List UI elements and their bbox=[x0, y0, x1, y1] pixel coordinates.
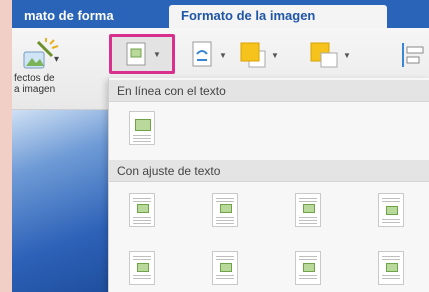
chevron-down-icon: ▼ bbox=[271, 50, 279, 60]
word-window: mato de forma Formato de la imagen ▾ fec… bbox=[12, 0, 429, 292]
chevron-down-icon: ▼ bbox=[153, 49, 161, 59]
wrap-option-in-front[interactable] bbox=[206, 246, 244, 290]
wrap-text-icon bbox=[126, 42, 146, 66]
effects-label-line2: a imagen bbox=[14, 84, 56, 95]
tight-wrap-icon bbox=[212, 193, 238, 227]
through-wrap-icon bbox=[295, 193, 321, 227]
wrap-option-6[interactable] bbox=[372, 246, 410, 290]
align-button[interactable] bbox=[400, 38, 426, 72]
wrap-option-5[interactable] bbox=[289, 246, 327, 290]
chevron-down-icon: ▼ bbox=[219, 50, 227, 60]
tab-picture-format[interactable]: Formato de la imagen bbox=[169, 5, 387, 28]
square-wrap-icon bbox=[129, 193, 155, 227]
inline-section-header: En línea con el texto bbox=[109, 80, 429, 102]
svg-text:▾: ▾ bbox=[54, 54, 59, 65]
wrap-option-tight[interactable] bbox=[206, 188, 244, 232]
wrap-option-behind-text[interactable] bbox=[123, 246, 161, 290]
top-bottom-wrap-icon bbox=[378, 193, 404, 227]
behind-text-icon bbox=[129, 251, 155, 285]
wrap-layout-icon bbox=[295, 251, 321, 285]
wrap-option-top-bottom[interactable] bbox=[372, 188, 410, 232]
document-background-image bbox=[12, 110, 108, 292]
chevron-down-icon: ▼ bbox=[343, 50, 351, 60]
wrap-text-dropdown: En línea con el texto Con ajuste de text… bbox=[108, 78, 429, 292]
picture-effects-label[interactable]: fectos de a imagen bbox=[14, 73, 84, 95]
wrap-option-inline[interactable] bbox=[123, 106, 161, 150]
effects-label-line1: fectos de bbox=[14, 73, 55, 84]
position-button[interactable]: ▼ bbox=[189, 38, 227, 72]
tab-shape-format[interactable]: mato de forma bbox=[12, 5, 126, 28]
send-backward-button[interactable]: ▼ bbox=[309, 38, 351, 72]
wrap-option-square[interactable] bbox=[123, 188, 161, 232]
ribbon-tab-bar: mato de forma Formato de la imagen bbox=[12, 0, 429, 28]
picture-effects-icon[interactable]: ▾ bbox=[20, 38, 62, 72]
wrap-section-header: Con ajuste de texto bbox=[109, 160, 429, 182]
wrap-layout-icon bbox=[378, 251, 404, 285]
align-icon bbox=[402, 43, 424, 67]
bring-forward-button[interactable]: ▼ bbox=[239, 38, 279, 72]
send-backward-icon bbox=[310, 42, 338, 68]
bring-forward-icon bbox=[240, 42, 266, 68]
wrap-option-through[interactable] bbox=[289, 188, 327, 232]
position-icon bbox=[192, 41, 212, 67]
wrap-text-button[interactable]: ▼ bbox=[109, 34, 175, 74]
inline-layout-icon bbox=[129, 111, 155, 145]
in-front-of-text-icon bbox=[212, 251, 238, 285]
